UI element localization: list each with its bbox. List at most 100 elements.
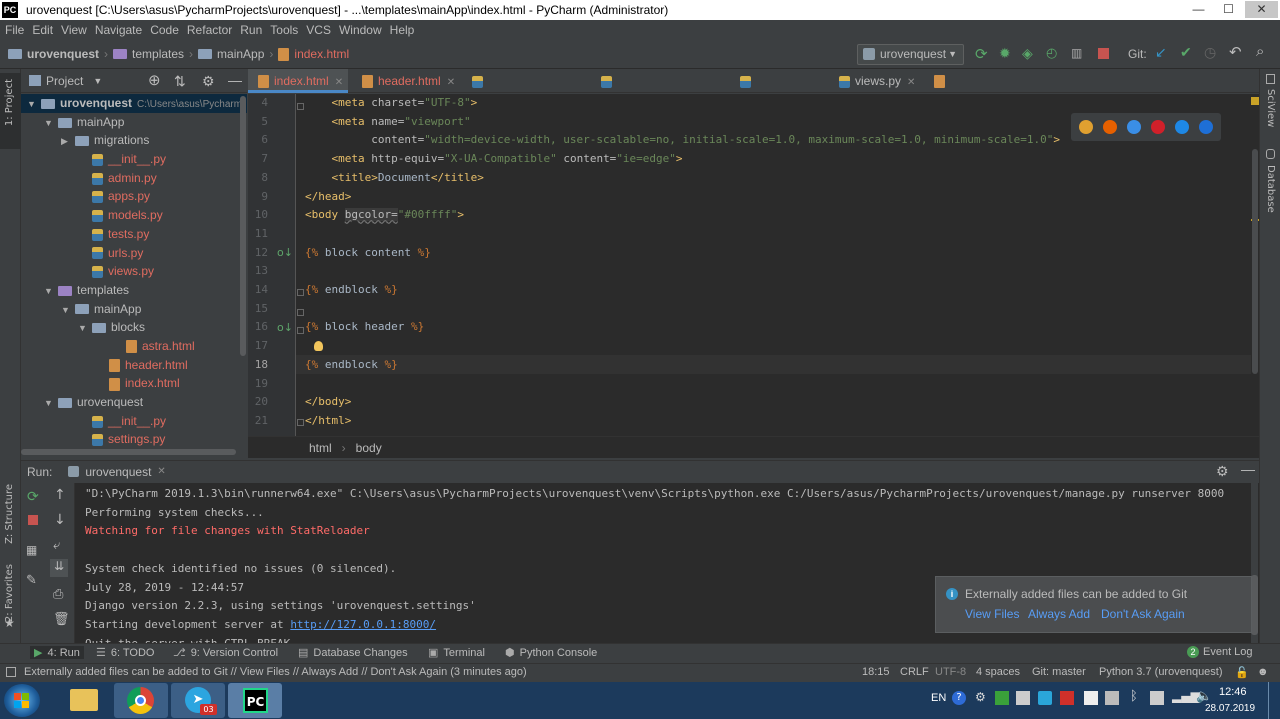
run-tab[interactable]: urovenquest bbox=[85, 465, 157, 479]
fold-marker-icon[interactable] bbox=[297, 327, 304, 334]
tray-app-icon[interactable] bbox=[1060, 691, 1074, 705]
code-editor[interactable]: 4 5 6 7 8 9 10 11 12 13 14 15 16 17 18 19 20 21 <meta cha… bbox=[248, 94, 1259, 436]
pin-icon[interactable]: ✎ bbox=[26, 573, 37, 588]
crumb-file[interactable]: index.html bbox=[294, 47, 349, 61]
menu-file[interactable]: File bbox=[5, 23, 24, 37]
run-config-select[interactable]: urovenquest ▼ bbox=[857, 44, 964, 65]
gear-icon[interactable]: ⚙ bbox=[1216, 463, 1229, 480]
crumb-mainapp[interactable]: mainApp bbox=[217, 47, 264, 61]
indent-setting[interactable]: 4 spaces bbox=[976, 666, 1020, 678]
console-scrollbar[interactable] bbox=[1251, 483, 1258, 643]
close-icon[interactable]: ✕ bbox=[447, 77, 455, 88]
toggle-tool-windows-icon[interactable] bbox=[6, 667, 16, 677]
rerun-icon[interactable]: ⟳ bbox=[27, 489, 39, 505]
vcs-commit-icon[interactable]: ✔ bbox=[1180, 44, 1192, 61]
git-branch[interactable]: Git: master bbox=[1032, 666, 1086, 678]
tree-item[interactable]: ▼ mainApp bbox=[21, 300, 247, 319]
clock-date[interactable]: 28.07.2019 bbox=[1205, 703, 1255, 714]
stop-icon[interactable] bbox=[1098, 48, 1109, 59]
chrome-icon[interactable] bbox=[1079, 120, 1093, 134]
maximize-button[interactable]: ☐ bbox=[1215, 1, 1242, 18]
ie-icon[interactable] bbox=[1175, 120, 1189, 134]
firefox-icon[interactable] bbox=[1103, 120, 1117, 134]
hide-icon[interactable]: — bbox=[1241, 461, 1255, 477]
close-icon[interactable]: ✕ bbox=[907, 77, 915, 88]
project-tool-button[interactable]: 1: Project bbox=[0, 73, 21, 149]
line-separator[interactable]: CRLF bbox=[900, 666, 929, 678]
tree-item[interactable]: apps.py bbox=[21, 187, 247, 206]
arrow-down-icon[interactable]: ↓ bbox=[54, 512, 66, 528]
structure-tool-button[interactable]: Z: Structure bbox=[4, 484, 15, 544]
soft-wrap-icon[interactable]: ⤶ bbox=[53, 538, 60, 553]
menu-code[interactable]: Code bbox=[150, 23, 179, 37]
project-view-select[interactable]: Project bbox=[46, 70, 83, 92]
tree-item[interactable]: header.html bbox=[21, 356, 247, 375]
tree-item[interactable]: models.py bbox=[21, 206, 247, 225]
intention-bulb-icon[interactable] bbox=[314, 341, 323, 351]
collapse-icon[interactable]: ⇅ bbox=[174, 70, 186, 92]
tab-urovenquest-urls-py[interactable]: urovenquest\urls.py✕ bbox=[591, 69, 726, 112]
close-icon[interactable]: ✕ bbox=[157, 466, 165, 477]
safari-icon[interactable] bbox=[1127, 120, 1141, 134]
language-indicator[interactable]: EN bbox=[931, 692, 946, 704]
profile-icon[interactable]: ◴ bbox=[1046, 45, 1057, 61]
crumb-body[interactable]: body bbox=[356, 441, 382, 455]
tab-astra-html[interactable]: astra.html✕ bbox=[924, 69, 1014, 112]
tab-settings-py[interactable]: settings.py✕ bbox=[730, 69, 825, 112]
menu-window[interactable]: Window bbox=[339, 23, 382, 37]
dont-ask-again-link[interactable]: Don't Ask Again bbox=[1101, 607, 1185, 621]
coverage-icon[interactable]: ◈ bbox=[1022, 45, 1033, 62]
override-marker-icon[interactable]: o↓ bbox=[277, 321, 293, 334]
tree-item[interactable]: ▼ templates bbox=[21, 281, 247, 300]
tree-item[interactable]: ▶ migrations bbox=[21, 131, 247, 150]
caret-position[interactable]: 18:15 bbox=[862, 666, 890, 678]
tab-mainapp-urls-py[interactable]: mainApp\urls.py✕ bbox=[462, 69, 587, 112]
locate-icon[interactable]: ⊕ bbox=[148, 70, 161, 92]
always-add-link[interactable]: Always Add bbox=[1028, 607, 1090, 621]
chevron-down-icon[interactable]: ▼ bbox=[78, 319, 92, 338]
database-tool-button[interactable]: Database bbox=[1265, 165, 1276, 213]
menu-vcs[interactable]: VCS bbox=[306, 23, 331, 37]
tool-4-run[interactable]: ▶ 4: Run bbox=[30, 646, 84, 659]
revert-icon[interactable]: ↶ bbox=[1229, 43, 1242, 61]
debug-icon[interactable]: ✹ bbox=[999, 45, 1011, 62]
chevron-down-icon[interactable]: ▼ bbox=[27, 95, 41, 114]
close-icon[interactable]: ✕ bbox=[335, 77, 343, 88]
history-icon[interactable]: ◷ bbox=[1204, 44, 1216, 61]
view-files-link[interactable]: View Files bbox=[965, 607, 1019, 621]
help-tray-icon[interactable]: ? bbox=[952, 691, 966, 705]
scroll-to-end-icon[interactable]: ⇊ bbox=[50, 559, 68, 577]
chevron-down-icon[interactable]: ▼ bbox=[61, 301, 75, 320]
event-log-button[interactable]: 2 Event Log bbox=[1187, 646, 1253, 658]
chrome-taskbar-icon[interactable] bbox=[114, 683, 168, 718]
menu-edit[interactable]: Edit bbox=[32, 23, 53, 37]
lock-icon[interactable]: 🔓 bbox=[1235, 666, 1249, 679]
arrow-up-icon[interactable]: ↑ bbox=[54, 487, 66, 503]
crumb-project[interactable]: urovenquest bbox=[27, 47, 99, 61]
tree-item[interactable]: ▼ mainApp bbox=[21, 113, 247, 132]
chevron-down-icon[interactable]: ▼ bbox=[44, 282, 58, 301]
explorer-taskbar-icon[interactable] bbox=[57, 683, 111, 718]
server-url-link[interactable]: http://127.0.0.1:8000/ bbox=[290, 618, 436, 631]
tree-item[interactable]: ▼ blocks bbox=[21, 318, 247, 337]
clock-time[interactable]: 12:46 bbox=[1219, 686, 1247, 698]
fold-marker-icon[interactable] bbox=[297, 103, 304, 110]
chevron-right-icon[interactable]: ▶ bbox=[61, 132, 75, 151]
tree-hscrollbar[interactable] bbox=[21, 449, 236, 455]
chevron-down-icon[interactable]: ▼ bbox=[44, 114, 58, 133]
crumb-templates[interactable]: templates bbox=[132, 47, 184, 61]
print-icon[interactable]: ⎙ bbox=[53, 587, 63, 602]
tree-item[interactable]: admin.py bbox=[21, 169, 247, 188]
tree-item[interactable]: ▼ urovenquest C:\Users\asus\Pycharm bbox=[21, 94, 247, 113]
update-tray-icon[interactable] bbox=[995, 691, 1009, 705]
tray-app-icon[interactable] bbox=[1016, 691, 1030, 705]
tree-item[interactable]: __init__.py bbox=[21, 150, 247, 169]
python-interpreter[interactable]: Python 3.7 (urovenquest) bbox=[1099, 666, 1223, 678]
status-message[interactable]: Externally added files can be added to G… bbox=[24, 666, 527, 678]
close-button[interactable]: ✕ bbox=[1245, 1, 1278, 18]
inspector-icon[interactable]: ☻ bbox=[1257, 666, 1269, 678]
editor-scrollbar[interactable] bbox=[1251, 94, 1259, 436]
tab-index-html[interactable]: index.html ✕ bbox=[248, 69, 348, 93]
file-encoding[interactable]: UTF-8 bbox=[935, 666, 966, 678]
rerun-icon[interactable]: ⟳ bbox=[975, 45, 988, 63]
